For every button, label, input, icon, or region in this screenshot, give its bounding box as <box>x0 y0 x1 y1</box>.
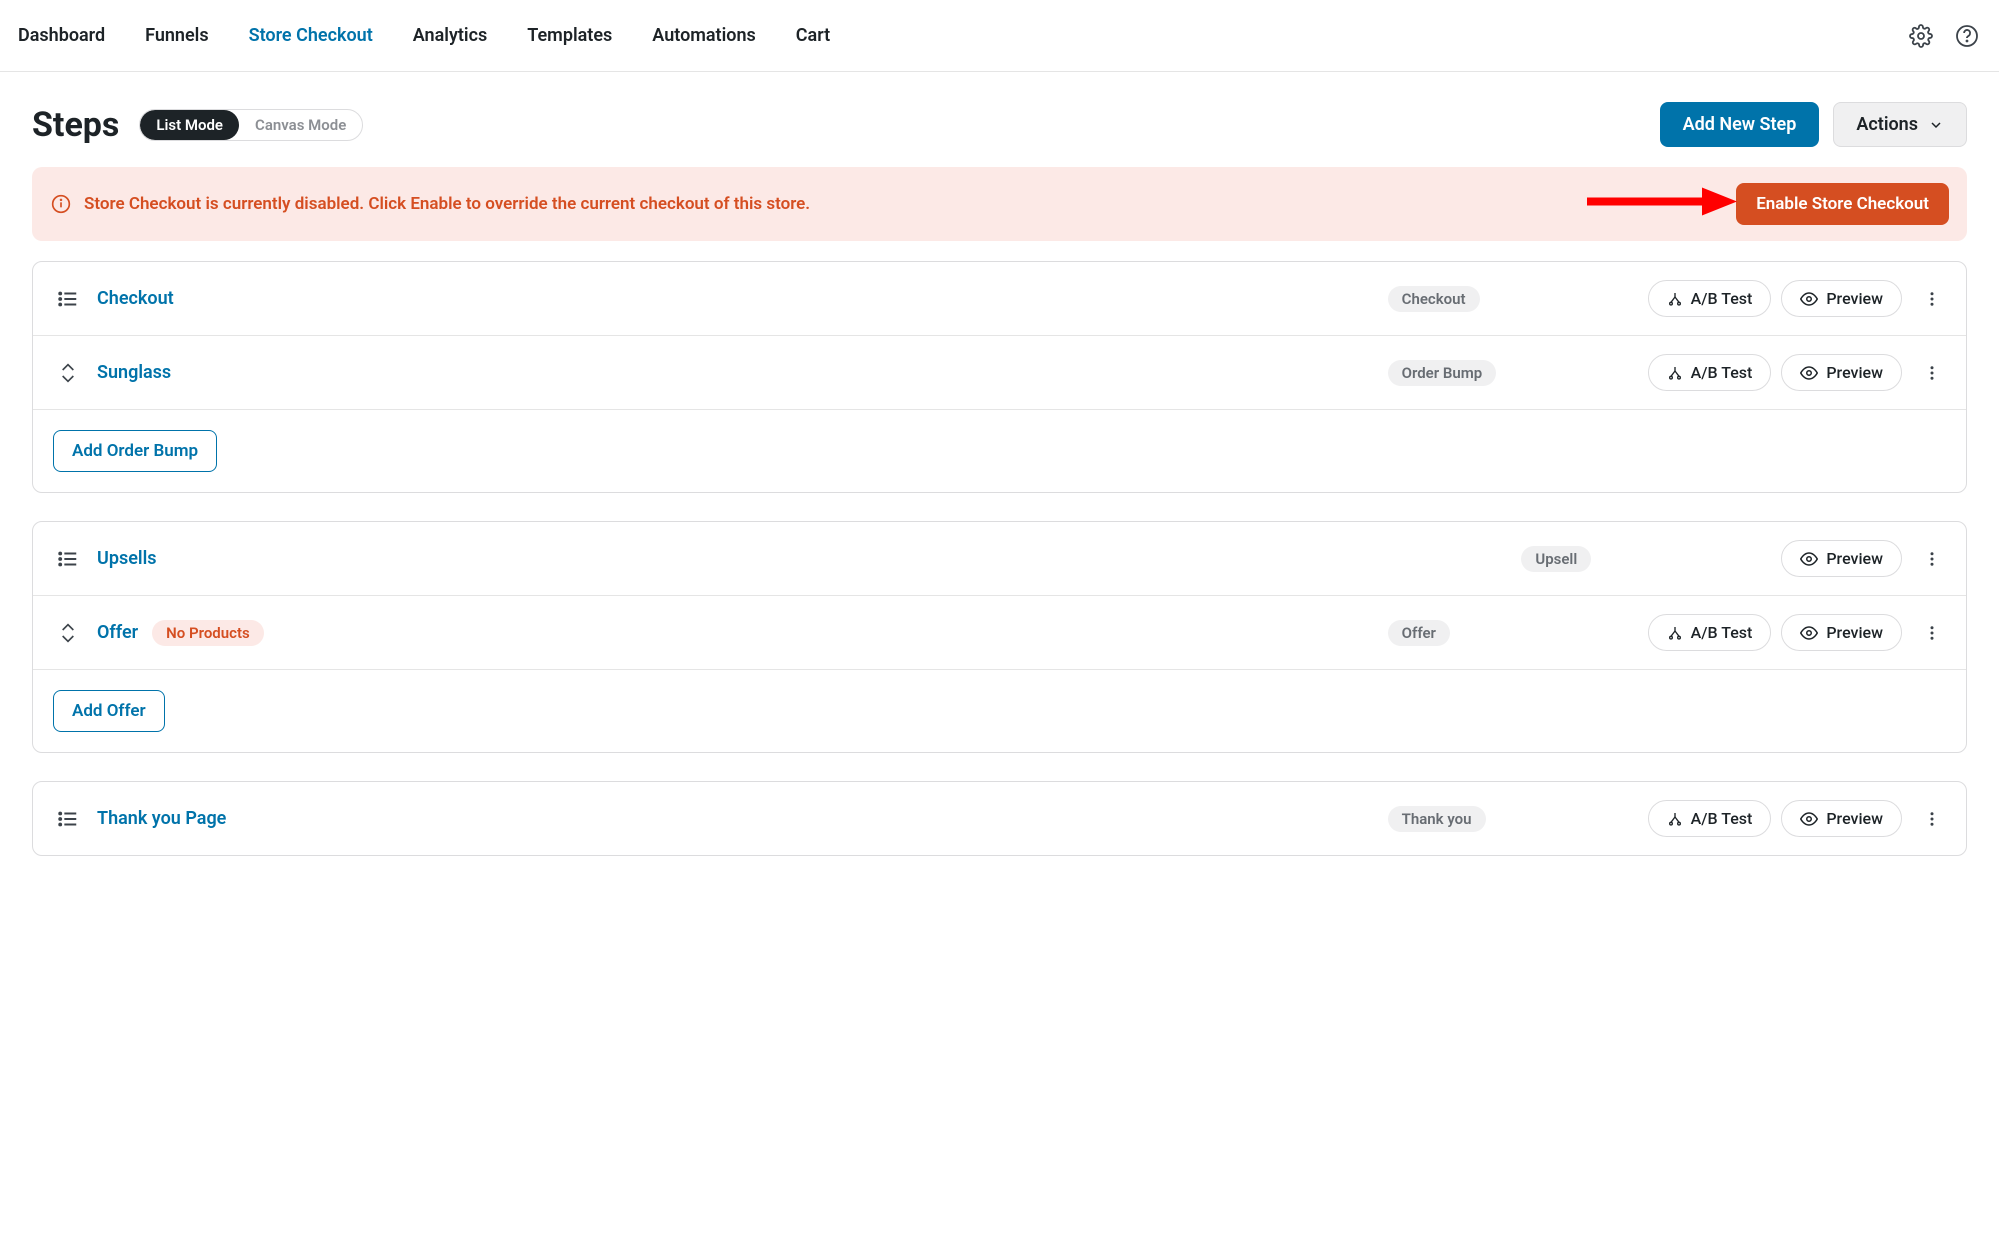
step-row: Offer No Products Offer A/B Test Preview <box>33 596 1966 670</box>
step-type-pill: Checkout <box>1388 286 1480 312</box>
step-type-cell: Offer <box>1388 620 1648 646</box>
step-row: Checkout Checkout A/B Test Preview <box>33 262 1966 336</box>
ab-test-button[interactable]: A/B Test <box>1648 354 1772 391</box>
split-icon <box>1667 811 1683 827</box>
preview-button[interactable]: Preview <box>1781 354 1902 391</box>
step-row: Thank you Page Thank you A/B Test Previe… <box>33 782 1966 855</box>
step-row: Sunglass Order Bump A/B Test Preview <box>33 336 1966 410</box>
list-icon[interactable] <box>53 288 83 310</box>
ab-test-button[interactable]: A/B Test <box>1648 280 1772 317</box>
reorder-handle[interactable] <box>53 623 83 643</box>
actions-dropdown[interactable]: Actions <box>1833 102 1967 147</box>
nav-cart[interactable]: Cart <box>796 25 830 46</box>
nav-dashboard[interactable]: Dashboard <box>18 25 105 46</box>
preview-button[interactable]: Preview <box>1781 614 1902 651</box>
list-mode-button[interactable]: List Mode <box>140 110 239 140</box>
nav-analytics[interactable]: Analytics <box>413 25 488 46</box>
nav-funnels[interactable]: Funnels <box>145 25 208 46</box>
help-icon[interactable] <box>1953 22 1981 50</box>
split-icon <box>1667 625 1683 641</box>
step-type-pill: Offer <box>1388 620 1450 646</box>
eye-icon <box>1800 550 1818 568</box>
add-order-bump-button[interactable]: Add Order Bump <box>53 430 217 472</box>
step-name-link[interactable]: Upsells <box>97 548 157 569</box>
preview-button[interactable]: Preview <box>1781 280 1902 317</box>
add-row: Add Order Bump <box>33 410 1966 492</box>
eye-icon <box>1800 290 1818 308</box>
add-row: Add Offer <box>33 670 1966 752</box>
step-name-link[interactable]: Thank you Page <box>97 808 226 829</box>
split-icon <box>1667 291 1683 307</box>
step-type-cell: Order Bump <box>1388 360 1648 386</box>
store-checkout-alert: Store Checkout is currently disabled. Cl… <box>32 167 1967 241</box>
alert-text: Store Checkout is currently disabled. Cl… <box>84 194 1736 214</box>
more-options-button[interactable] <box>1918 285 1946 313</box>
eye-icon <box>1800 810 1818 828</box>
reorder-handle[interactable] <box>53 363 83 383</box>
preview-button[interactable]: Preview <box>1781 540 1902 577</box>
more-options-button[interactable] <box>1918 359 1946 387</box>
chevron-down-icon <box>1928 117 1944 133</box>
step-type-pill: Order Bump <box>1388 360 1497 386</box>
view-mode-toggle: List Mode Canvas Mode <box>139 109 363 141</box>
step-name-link[interactable]: Offer <box>97 622 138 643</box>
step-group-thank-you: Thank you Page Thank you A/B Test Previe… <box>32 781 1967 856</box>
ab-test-button[interactable]: A/B Test <box>1648 800 1772 837</box>
actions-label: Actions <box>1856 114 1918 135</box>
add-new-step-button[interactable]: Add New Step <box>1660 102 1820 147</box>
split-icon <box>1667 365 1683 381</box>
gear-icon[interactable] <box>1907 22 1935 50</box>
step-row: Upsells Upsell Preview <box>33 522 1966 596</box>
info-icon <box>50 193 72 215</box>
more-options-button[interactable] <box>1918 805 1946 833</box>
step-type-cell: Upsell <box>1521 546 1781 572</box>
more-options-button[interactable] <box>1918 545 1946 573</box>
step-name-link[interactable]: Sunglass <box>97 362 171 383</box>
page-title: Steps <box>32 105 119 145</box>
nav-automations[interactable]: Automations <box>652 25 756 46</box>
list-icon[interactable] <box>53 808 83 830</box>
step-type-cell: Checkout <box>1388 286 1648 312</box>
step-name-link[interactable]: Checkout <box>97 288 174 309</box>
nav-templates[interactable]: Templates <box>527 25 612 46</box>
step-type-pill: Upsell <box>1521 546 1591 572</box>
more-options-button[interactable] <box>1918 619 1946 647</box>
no-products-badge: No Products <box>152 620 264 646</box>
step-group-upsells: Upsells Upsell Preview Offer No Products… <box>32 521 1967 753</box>
eye-icon <box>1800 624 1818 642</box>
enable-store-checkout-button[interactable]: Enable Store Checkout <box>1736 183 1949 225</box>
nav-store-checkout[interactable]: Store Checkout <box>249 25 373 46</box>
ab-test-button[interactable]: A/B Test <box>1648 614 1772 651</box>
preview-button[interactable]: Preview <box>1781 800 1902 837</box>
step-group-checkout: Checkout Checkout A/B Test Preview Sungl… <box>32 261 1967 493</box>
page-header: Steps List Mode Canvas Mode Add New Step… <box>0 72 1999 167</box>
step-type-cell: Thank you <box>1388 806 1648 832</box>
top-nav: Dashboard Funnels Store Checkout Analyti… <box>0 0 1999 72</box>
add-offer-button[interactable]: Add Offer <box>53 690 165 732</box>
eye-icon <box>1800 364 1818 382</box>
canvas-mode-button[interactable]: Canvas Mode <box>239 110 362 140</box>
step-type-pill: Thank you <box>1388 806 1486 832</box>
list-icon[interactable] <box>53 548 83 570</box>
